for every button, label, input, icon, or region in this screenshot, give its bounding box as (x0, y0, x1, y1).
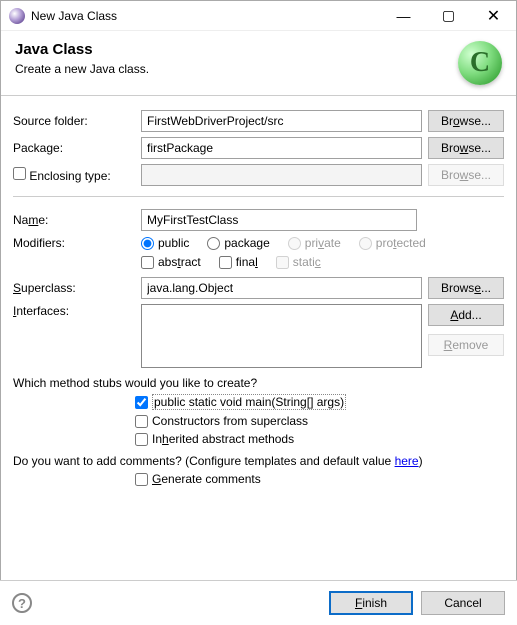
interfaces-list[interactable] (141, 304, 422, 368)
package-browse-button[interactable]: Browse... (428, 137, 504, 159)
enclosing-type-input (141, 164, 422, 186)
enclosing-type-label: Enclosing type: (13, 167, 135, 183)
modifier-package-radio[interactable]: package (207, 236, 269, 250)
wizard-header: Java Class Create a new Java class. C (1, 31, 516, 96)
stub-inherited-checkbox[interactable]: Inherited abstract methods (135, 432, 294, 446)
cancel-button[interactable]: Cancel (421, 591, 505, 615)
source-folder-input[interactable] (141, 110, 422, 132)
modifier-protected-radio: protected (359, 236, 426, 250)
wizard-subtitle: Create a new Java class. (15, 62, 149, 76)
modifier-abstract-checkbox[interactable]: abstract (141, 255, 201, 269)
source-folder-label: Source folder: (13, 114, 135, 128)
generate-comments-checkbox[interactable]: Generate comments (135, 472, 261, 486)
package-input[interactable] (141, 137, 422, 159)
interfaces-add-button[interactable]: Add... (428, 304, 504, 326)
enclosing-type-checkbox[interactable] (13, 167, 26, 180)
modifier-private-radio: private (288, 236, 341, 250)
modifier-static-checkbox: static (276, 255, 321, 269)
close-button[interactable]: ✕ (471, 1, 516, 31)
stubs-question: Which method stubs would you like to cre… (13, 376, 504, 390)
stub-main-checkbox[interactable]: public static void main(String[] args) (135, 394, 346, 410)
configure-here-link[interactable]: here (395, 454, 419, 468)
package-label: Package: (13, 141, 135, 155)
wizard-title: Java Class (15, 41, 149, 58)
window-title: New Java Class (31, 9, 381, 23)
modifier-final-checkbox[interactable]: final (219, 255, 258, 269)
superclass-input[interactable] (141, 277, 422, 299)
source-folder-browse-button[interactable]: Browse... (428, 110, 504, 132)
stub-constructors-checkbox[interactable]: Constructors from superclass (135, 414, 308, 428)
modifiers-label: Modifiers: (13, 236, 135, 250)
interfaces-remove-button: Remove (428, 334, 504, 356)
superclass-browse-button[interactable]: Browse... (428, 277, 504, 299)
maximize-button[interactable]: ▢ (426, 1, 471, 31)
comments-question: Do you want to add comments? (Configure … (13, 454, 504, 468)
name-label: Name: (13, 213, 135, 227)
class-icon: C (458, 41, 502, 85)
help-icon[interactable]: ? (12, 593, 32, 613)
eclipse-icon (9, 8, 25, 24)
name-input[interactable] (141, 209, 417, 231)
interfaces-label: Interfaces: (13, 304, 135, 318)
title-bar: New Java Class — ▢ ✕ (1, 1, 516, 31)
enclosing-type-browse-button: Browse... (428, 164, 504, 186)
finish-button[interactable]: Finish (329, 591, 413, 615)
modifier-public-radio[interactable]: public (141, 236, 189, 250)
minimize-button[interactable]: — (381, 1, 426, 31)
superclass-label: Superclass: (13, 281, 135, 295)
